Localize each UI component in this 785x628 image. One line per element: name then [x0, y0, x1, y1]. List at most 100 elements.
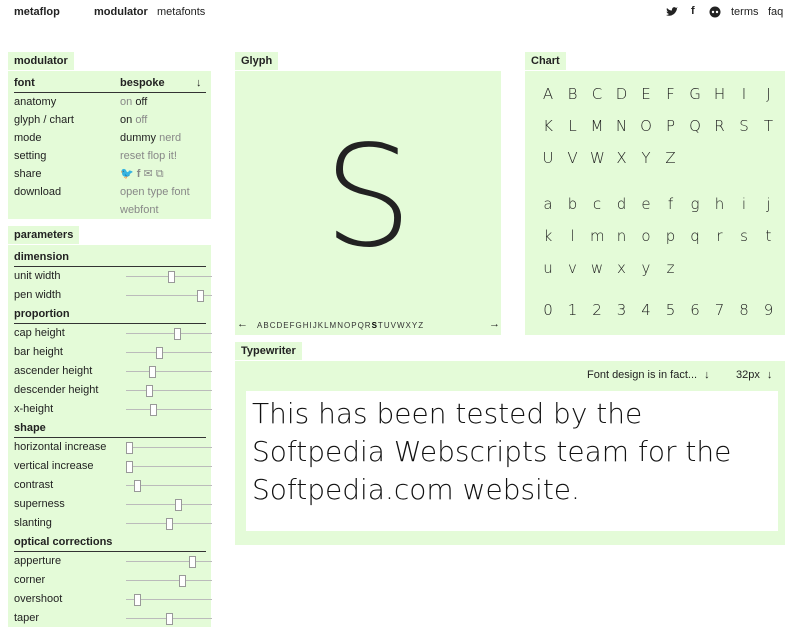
chart-glyph[interactable]: H: [713, 85, 727, 103]
param-slider[interactable]: [126, 271, 212, 283]
chart-glyph[interactable]: 1: [566, 301, 580, 319]
slider-handle[interactable]: [189, 556, 197, 568]
chart-glyph[interactable]: f: [664, 195, 678, 213]
font-row[interactable]: font bespoke ↓: [14, 74, 206, 93]
chart-glyph[interactable]: N: [615, 117, 629, 135]
chevron-down-icon[interactable]: ↓: [196, 74, 202, 92]
slider-handle[interactable]: [178, 575, 186, 587]
slider-handle[interactable]: [134, 594, 142, 606]
chart-glyph[interactable]: c: [590, 195, 604, 213]
chart-glyph[interactable]: a: [541, 195, 555, 213]
param-slider[interactable]: [126, 404, 212, 416]
chart-glyph[interactable]: G: [688, 85, 702, 103]
chart-glyph[interactable]: U: [541, 149, 555, 167]
chart-glyph[interactable]: 8: [737, 301, 751, 319]
chart-glyph[interactable]: q: [688, 227, 702, 245]
app-logo[interactable]: metaflop: [14, 6, 60, 18]
slider-handle[interactable]: [196, 290, 204, 302]
github-icon[interactable]: [709, 6, 721, 18]
param-slider[interactable]: [126, 461, 212, 473]
chart-glyph[interactable]: i: [737, 195, 751, 213]
chart-glyph[interactable]: 3: [615, 301, 629, 319]
slider-handle[interactable]: [167, 271, 175, 283]
param-slider[interactable]: [126, 499, 212, 511]
chart-glyph[interactable]: m: [590, 227, 605, 245]
flop-it-button[interactable]: flop it!: [148, 150, 177, 162]
chart-glyph[interactable]: K: [541, 117, 555, 135]
chart-glyph[interactable]: E: [639, 85, 653, 103]
next-glyph-button[interactable]: →: [489, 318, 500, 330]
alphabet-letter[interactable]: W: [397, 321, 406, 330]
alphabet-letter[interactable]: H: [303, 321, 310, 330]
font-select[interactable]: bespoke: [120, 74, 165, 92]
chart-glyph[interactable]: C: [590, 85, 604, 103]
alphabet-letter[interactable]: Q: [358, 321, 365, 330]
share-twitter-icon[interactable]: 🐦: [120, 168, 134, 180]
chart-glyph[interactable]: A: [541, 85, 555, 103]
chart-glyph[interactable]: Y: [639, 149, 653, 167]
chart-glyph[interactable]: S: [737, 117, 751, 135]
param-slider[interactable]: [126, 575, 212, 587]
alphabet-letter[interactable]: G: [295, 321, 302, 330]
param-slider[interactable]: [126, 480, 212, 492]
chart-glyph[interactable]: B: [566, 85, 580, 103]
mode-dummy[interactable]: dummy: [120, 132, 156, 144]
slider-handle[interactable]: [149, 404, 157, 416]
param-slider[interactable]: [126, 328, 212, 340]
chart-glyph[interactable]: p: [664, 227, 678, 245]
chart-glyph[interactable]: Z: [664, 149, 678, 167]
chart-glyph[interactable]: o: [639, 227, 653, 245]
typewriter-textarea[interactable]: This has been tested by the Softpedia We…: [246, 391, 778, 531]
alphabet-letter[interactable]: Z: [418, 321, 424, 330]
chart-glyph[interactable]: Q: [688, 117, 702, 135]
param-slider[interactable]: [126, 442, 212, 454]
preset-text-select[interactable]: Font design is in fact... ↓: [587, 369, 710, 381]
chart-glyph[interactable]: t: [762, 227, 776, 245]
faq-link[interactable]: faq: [768, 6, 783, 18]
alphabet-letter[interactable]: U: [384, 321, 391, 330]
chart-glyph[interactable]: L: [566, 117, 580, 135]
chart-glyph[interactable]: j: [762, 195, 776, 213]
anatomy-off[interactable]: off: [135, 96, 147, 108]
slider-handle[interactable]: [166, 613, 173, 625]
chart-glyph[interactable]: z: [664, 259, 678, 277]
chart-glyph[interactable]: 2: [590, 301, 604, 319]
share-facebook-icon[interactable]: f: [137, 168, 141, 180]
chart-glyph[interactable]: D: [615, 85, 629, 103]
chart-glyph[interactable]: F: [664, 85, 678, 103]
chart-glyph[interactable]: 0: [541, 301, 555, 319]
param-slider[interactable]: [126, 556, 212, 568]
nav-metafonts[interactable]: metafonts: [157, 6, 205, 18]
chart-glyph[interactable]: R: [713, 117, 727, 135]
chart-glyph[interactable]: n: [615, 227, 629, 245]
glyph-chart-off[interactable]: off: [135, 114, 147, 126]
chart-glyph[interactable]: 6: [688, 301, 702, 319]
chart-glyph[interactable]: I: [737, 85, 751, 103]
chart-glyph[interactable]: g: [688, 195, 702, 213]
share-email-icon[interactable]: ✉: [144, 168, 153, 180]
share-link-icon[interactable]: ⧉: [156, 168, 164, 180]
slider-handle[interactable]: [126, 461, 134, 473]
chart-glyph[interactable]: O: [639, 117, 653, 135]
chart-glyph[interactable]: J: [762, 85, 776, 103]
mode-nerd[interactable]: nerd: [159, 132, 181, 144]
download-otf[interactable]: open type font: [120, 183, 190, 201]
alphabet-letter[interactable]: R: [365, 321, 372, 330]
slider-handle[interactable]: [155, 347, 163, 359]
prev-glyph-button[interactable]: ←: [237, 318, 248, 330]
terms-link[interactable]: terms: [731, 6, 759, 18]
slider-handle[interactable]: [146, 385, 154, 397]
chart-glyph[interactable]: M: [590, 117, 604, 135]
download-webfont[interactable]: webfont: [120, 201, 159, 219]
chart-glyph[interactable]: V: [566, 149, 580, 167]
glyph-chart-on[interactable]: on: [120, 114, 132, 126]
param-slider[interactable]: [126, 613, 212, 625]
chart-glyph[interactable]: s: [737, 227, 751, 245]
slider-handle[interactable]: [126, 442, 134, 454]
slider-handle[interactable]: [173, 328, 181, 340]
twitter-icon[interactable]: [666, 7, 678, 17]
chart-glyph[interactable]: 4: [639, 301, 653, 319]
param-slider[interactable]: [126, 347, 212, 359]
chart-glyph[interactable]: X: [615, 149, 629, 167]
chart-glyph[interactable]: y: [639, 259, 653, 277]
